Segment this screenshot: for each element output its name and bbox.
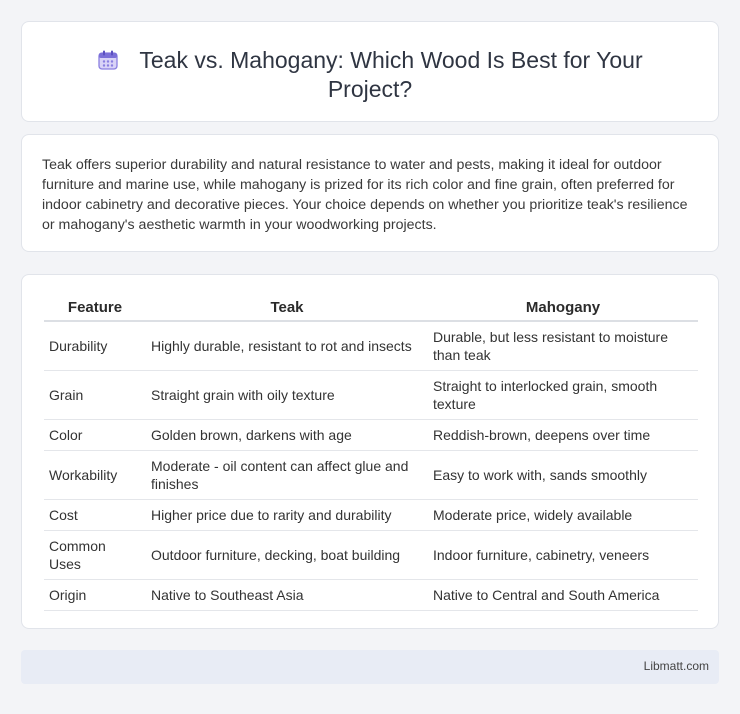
feature-cell: Grain: [44, 370, 146, 420]
mahogany-cell: Indoor furniture, cabinetry, veneers: [428, 530, 698, 580]
footer: Libmatt.com: [21, 650, 719, 684]
footer-brand-link[interactable]: Libmatt.com: [644, 659, 709, 673]
feature-cell: Color: [44, 419, 146, 451]
page-title: Teak vs. Mahogany: Which Wood Is Best fo…: [139, 47, 643, 102]
calendar-icon: [97, 49, 119, 71]
feature-cell: Durability: [44, 321, 146, 371]
table-header-row: Feature Teak Mahogany: [44, 295, 698, 322]
teak-cell: Golden brown, darkens with age: [146, 419, 428, 451]
comparison-table: Feature Teak Mahogany Durability Highly …: [44, 295, 698, 611]
feature-cell: Cost: [44, 499, 146, 531]
mahogany-cell: Easy to work with, sands smoothly: [428, 450, 698, 500]
teak-cell: Higher price due to rarity and durabilit…: [146, 499, 428, 531]
header-feature: Feature: [44, 295, 146, 322]
page-title-row: Teak vs. Mahogany: Which Wood Is Best fo…: [22, 46, 718, 104]
mahogany-cell: Native to Central and South America: [428, 579, 698, 611]
mahogany-cell: Durable, but less resistant to moisture …: [428, 321, 698, 371]
title-card: Teak vs. Mahogany: Which Wood Is Best fo…: [21, 21, 719, 122]
mahogany-cell: Straight to interlocked grain, smooth te…: [428, 370, 698, 420]
feature-cell: Origin: [44, 579, 146, 611]
header-teak: Teak: [146, 295, 428, 322]
teak-cell: Highly durable, resistant to rot and ins…: [146, 321, 428, 371]
header-mahogany: Mahogany: [428, 295, 698, 322]
table-row: Workability Moderate - oil content can a…: [44, 450, 698, 500]
intro-card: Teak offers superior durability and natu…: [21, 134, 719, 252]
teak-cell: Outdoor furniture, decking, boat buildin…: [146, 530, 428, 580]
teak-cell: Native to Southeast Asia: [146, 579, 428, 611]
table-row: Durability Highly durable, resistant to …: [44, 321, 698, 371]
feature-cell: Workability: [44, 450, 146, 500]
teak-cell: Moderate - oil content can affect glue a…: [146, 450, 428, 500]
mahogany-cell: Moderate price, widely available: [428, 499, 698, 531]
mahogany-cell: Reddish-brown, deepens over time: [428, 419, 698, 451]
table-row: Grain Straight grain with oily texture S…: [44, 370, 698, 420]
table-row: Color Golden brown, darkens with age Red…: [44, 419, 698, 451]
table-row: Cost Higher price due to rarity and dura…: [44, 499, 698, 531]
feature-cell: Common Uses: [44, 530, 146, 580]
table-row: Origin Native to Southeast Asia Native t…: [44, 579, 698, 611]
intro-paragraph: Teak offers superior durability and natu…: [42, 157, 688, 233]
teak-cell: Straight grain with oily texture: [146, 370, 428, 420]
comparison-card: Feature Teak Mahogany Durability Highly …: [21, 274, 719, 629]
table-row: Common Uses Outdoor furniture, decking, …: [44, 530, 698, 580]
